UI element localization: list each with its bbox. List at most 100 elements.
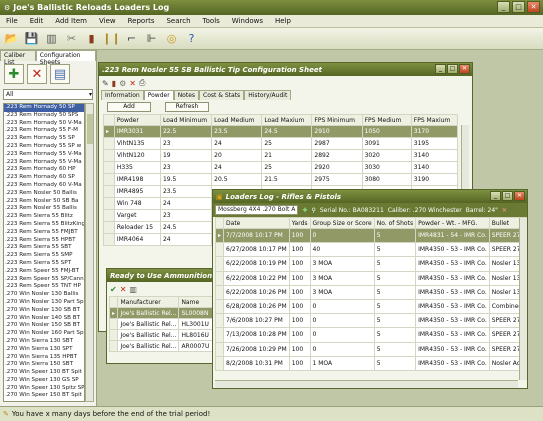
close-button[interactable]: ✕ <box>527 1 540 13</box>
row-selector[interactable] <box>214 298 225 315</box>
column-header[interactable]: Name <box>178 296 213 308</box>
rifle-icon[interactable]: ⌐ <box>122 29 141 48</box>
tab-configuration-sheets[interactable]: Configuration Sheets <box>35 50 96 66</box>
close-icon[interactable]: ✕ <box>502 207 507 214</box>
tab-information[interactable]: Information <box>101 90 144 100</box>
gear-icon[interactable]: ⚙ <box>119 79 126 88</box>
table-row[interactable]: 7/6/2008 10:27 PM 100 0 5 IMR4350 - 53 - IMR… <box>214 313 528 329</box>
row-selector[interactable] <box>108 318 119 330</box>
list-item[interactable]: .270 Win Sierra 150 SBT <box>4 361 84 369</box>
powder-icon[interactable]: ▮ <box>82 29 101 48</box>
list-item[interactable]: .223 Rem Sierra 55 SBT <box>4 244 84 252</box>
add-entry-icon[interactable]: ✚ <box>302 207 307 214</box>
tab-powder[interactable]: Powder <box>143 90 174 100</box>
list-item[interactable]: .223 Rem Sierra 55 Blitz <box>4 213 84 221</box>
column-header[interactable]: Load Minimum <box>159 114 213 126</box>
row-selector[interactable] <box>103 149 115 162</box>
list-item[interactable]: .223 Rem Sierra 55 HPBT <box>4 237 84 245</box>
ammo-icon[interactable]: ❙❙ <box>102 29 121 48</box>
table-row[interactable]: 6/22/2008 10:26 PM 100 3 MOA 5 IMR4350 - 53 … <box>214 284 528 300</box>
log-grid-vscrollbar[interactable] <box>519 218 527 380</box>
log-minimize-button[interactable]: _ <box>490 191 501 201</box>
menu-add-item[interactable]: Add Item <box>49 17 93 25</box>
list-item[interactable]: .223 Rem Sierra 55 SMP <box>4 252 84 260</box>
column-header[interactable]: Group Size or Score <box>309 217 375 229</box>
log-grid-hscrollbar[interactable] <box>215 380 518 388</box>
list-item[interactable]: .223 Rem Hornady 55 V-Ma <box>4 151 84 159</box>
list-item[interactable]: .223 Rem Speer 55 TNT HP <box>4 283 84 291</box>
stats-icon[interactable]: ▥ <box>42 29 61 48</box>
log-maximize-button[interactable]: □ <box>502 191 513 201</box>
add-button[interactable]: Add <box>107 102 151 112</box>
table-row[interactable]: 7/13/2008 10:28 PM 100 0 5 IMR4350 - 53 - IM… <box>214 327 528 343</box>
list-item[interactable]: .223 Rem Hornady 60 HP <box>4 166 84 174</box>
row-selector[interactable] <box>214 341 225 357</box>
maximize-button[interactable]: □ <box>512 1 525 13</box>
cartridge-icon[interactable]: ▮ <box>112 79 116 88</box>
list-item[interactable]: .270 Win Sierra 135 HPBT <box>4 354 84 362</box>
table-row[interactable]: 6/22/2008 10:19 PM 100 3 MOA 5 IMR4350 - 53 … <box>214 256 528 272</box>
list-item[interactable]: .223 Rem Hornady 60 SP <box>4 174 84 182</box>
list-item[interactable]: .223 Rem Sierra 55 FMJBT <box>4 229 84 237</box>
column-header[interactable]: FPS Maxium <box>410 114 459 126</box>
filter-icon[interactable]: ⚲ <box>311 207 315 214</box>
pistol-icon[interactable]: ⊩ <box>142 29 161 48</box>
table-row[interactable]: H335 23 24 25 2920 3030 3140 <box>103 161 459 174</box>
log-close-button[interactable]: ✕ <box>514 191 525 201</box>
list-item[interactable]: .270 Win Sierra 130 SPT <box>4 346 84 354</box>
table-row[interactable]: Joe's Ballistic Rel... HL8016U <box>108 329 213 341</box>
config-window-titlebar[interactable]: .223 Rem Nosler 55 SB Ballistic Tip Conf… <box>99 63 472 76</box>
filter-select[interactable]: All ▾ <box>3 89 93 100</box>
table-row[interactable]: 6/28/2008 10:26 PM 100 0 5 IMR4350 - 53 - IM… <box>214 298 528 315</box>
table-row[interactable]: VihtN120 19 20 21 2892 3020 3140 <box>103 149 459 162</box>
ready-ammo-grid[interactable]: Manufacturer Name ▸ Joe's Ballistic Rel...… <box>108 296 213 352</box>
table-row[interactable]: ▸ 7/7/2008 10:17 PM 100 0 5 IMR4831 - 54 - IM… <box>214 227 528 244</box>
list-item[interactable]: .223 Rem Nosler 50 SB Ba <box>4 198 84 206</box>
row-selector[interactable] <box>214 242 225 258</box>
menu-view[interactable]: View <box>93 17 122 25</box>
config-maximize-button[interactable]: □ <box>447 64 458 74</box>
row-selector[interactable] <box>214 355 225 371</box>
row-selector[interactable] <box>103 233 115 246</box>
column-header[interactable]: FPS Minimum <box>311 114 363 126</box>
print-icon[interactable]: ⎙ <box>139 78 145 88</box>
menu-edit[interactable]: Edit <box>24 17 50 25</box>
row-selector[interactable] <box>214 270 225 286</box>
list-item[interactable]: .223 Rem Hornady 60 V-Ma <box>4 182 84 190</box>
list-item[interactable]: .223 Rem Nosler 55 Ballis <box>4 205 84 213</box>
row-selector[interactable]: ▸ <box>108 307 119 319</box>
table-row[interactable]: 6/27/2008 10:17 PM 100 40 5 IMR4350 - 53 - I… <box>214 242 528 258</box>
stats-icon[interactable]: ▥ <box>129 285 137 294</box>
table-row[interactable]: 8/2/2008 10:31 PM 100 1 MOA 5 IMR4350 - 53 -… <box>214 355 528 371</box>
row-selector[interactable] <box>214 256 225 272</box>
menu-file[interactable]: File <box>0 17 24 25</box>
column-header[interactable]: Powder - Wt. - MFG. <box>415 217 490 229</box>
tab-history-audit[interactable]: History/Audit <box>244 90 292 100</box>
config-close-button[interactable]: ✕ <box>459 64 470 74</box>
list-scrollbar[interactable] <box>85 103 94 402</box>
table-row[interactable]: 7/26/2008 10:29 PM 100 0 5 IMR4350 - 53 - IM… <box>214 341 528 357</box>
list-item[interactable]: .223 Rem Hornady 50 V-Ma <box>4 120 84 128</box>
list-item[interactable]: .223 Rem Hornady 55 F-M <box>4 127 84 135</box>
config-minimize-button[interactable]: _ <box>435 64 446 74</box>
list-item[interactable]: .270 Win Speer 150 BT Spit <box>4 392 84 400</box>
column-header[interactable]: Load Medium <box>211 114 263 126</box>
table-row[interactable]: IMR4198 19.5 20.5 21.5 2975 3080 3190 <box>103 173 459 186</box>
list-item[interactable]: .223 Rem Sierra 55 SPT <box>4 260 84 268</box>
open-sheet-icon[interactable]: ▤ <box>50 64 70 84</box>
list-item[interactable]: .223 Rem Hornady 50 SPS <box>4 112 84 120</box>
edit-icon[interactable]: ✎ <box>102 79 109 88</box>
delete-icon[interactable]: ✕ <box>120 285 127 294</box>
tab-notes[interactable]: Notes <box>173 90 200 100</box>
row-selector[interactable] <box>103 197 115 210</box>
column-header[interactable]: Manufacturer <box>117 296 180 308</box>
table-row[interactable]: Joe's Ballistic Rel... HL3001U <box>108 318 213 330</box>
open-folder-icon[interactable]: 📂 <box>2 29 21 48</box>
list-item[interactable]: .223 Rem Hornady 50 SP <box>4 104 84 112</box>
menu-search[interactable]: Search <box>160 17 196 25</box>
loaders-log-grid[interactable]: Date Yards Group Size or Score No. of Shots… <box>214 217 528 371</box>
minimize-button[interactable]: _ <box>497 1 510 13</box>
row-selector[interactable]: ▸ <box>103 125 115 138</box>
table-row[interactable]: ▸ Joe's Ballistic Rel... SL0008N <box>108 307 213 319</box>
list-item[interactable]: .270 Win Nosler 130 Part Sp <box>4 299 84 307</box>
